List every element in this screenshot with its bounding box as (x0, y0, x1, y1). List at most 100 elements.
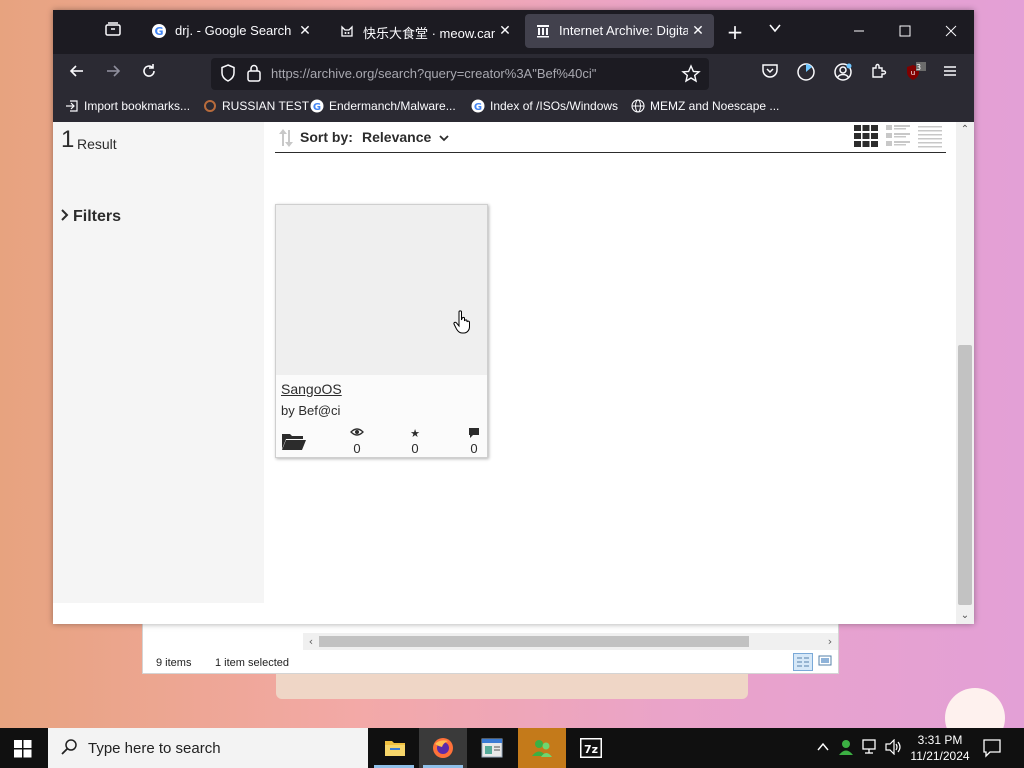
show-hidden-icons-chevron-up-icon[interactable] (816, 740, 830, 759)
search-ring-icon (203, 99, 217, 113)
vertical-scrollbar[interactable]: ⌃ ⌄ (956, 122, 974, 624)
account-icon[interactable] (831, 62, 855, 86)
network-icon[interactable] (862, 739, 880, 760)
item-thumbnail[interactable] (276, 205, 487, 375)
bookmark-import[interactable]: Import bookmarks... (65, 99, 190, 117)
bookmark-isos-windows[interactable]: G Index of /ISOs/Windows (471, 99, 618, 117)
firefox-taskbar-button[interactable] (419, 728, 467, 768)
view-count: 0 (345, 427, 369, 456)
svg-text:G: G (154, 25, 163, 38)
globe-icon (631, 99, 645, 113)
scroll-up-icon[interactable]: ⌃ (956, 122, 974, 138)
sort-value: Relevance (362, 129, 432, 145)
scroll-thumb[interactable] (319, 636, 749, 647)
item-creator: by Bef@ci (281, 403, 341, 418)
user-tray-icon[interactable] (837, 738, 855, 761)
maximize-icon[interactable] (893, 20, 917, 44)
tab-title: 快乐大食堂 · meow.came (363, 26, 495, 41)
scroll-thumb[interactable] (958, 345, 972, 605)
7zip-taskbar-button[interactable]: 7z (567, 728, 615, 768)
scroll-right-icon[interactable]: › (822, 633, 838, 650)
scroll-down-icon[interactable]: ⌄ (956, 608, 974, 624)
list-detail-view-icon[interactable] (885, 124, 911, 152)
volume-icon[interactable] (885, 738, 903, 760)
sort-direction-icon[interactable] (279, 128, 293, 152)
compact-list-view-icon[interactable] (917, 124, 943, 152)
pocket-icon[interactable] (758, 62, 782, 86)
eye-icon (345, 427, 369, 441)
ublock-origin-icon[interactable]: u 3 (903, 62, 927, 86)
star-icon: ★ (410, 428, 420, 440)
svg-text:7z: 7z (584, 743, 598, 756)
search-icon (60, 738, 78, 760)
close-tab-icon[interactable]: ✕ (688, 20, 708, 40)
clock-time: 3:31 PM (917, 733, 963, 747)
scroll-left-icon[interactable]: ‹ (303, 633, 319, 650)
large-icons-view-button[interactable] (816, 653, 836, 671)
users-icon (530, 736, 554, 764)
item-title-link[interactable]: SangoOS (281, 381, 342, 397)
tab-meow[interactable]: 快乐大食堂 · meow.came ✕ (329, 14, 521, 48)
address-bar[interactable]: https://archive.org/search?query=creator… (211, 58, 709, 90)
minimize-icon[interactable] (847, 20, 871, 44)
import-icon (65, 99, 79, 113)
tab-google-search[interactable]: G drj. - Google Search ✕ (141, 14, 321, 48)
chat-app-taskbar-button[interactable] (518, 728, 566, 768)
tracking-protection-icon[interactable] (217, 62, 239, 88)
windows-start-icon[interactable] (14, 740, 32, 762)
favorites-value: 0 (411, 441, 419, 456)
close-tab-icon[interactable]: ✕ (495, 20, 515, 40)
timer-extension-icon[interactable] (794, 62, 818, 86)
views-value: 0 (353, 441, 361, 456)
sort-dropdown[interactable]: Relevance (362, 129, 449, 145)
favorite-count: ★ 0 (403, 427, 427, 456)
bookmarks-toolbar: Import bookmarks... RUSSIAN TEST G Enderm… (53, 94, 974, 122)
tab-internet-archive[interactable]: Internet Archive: Digital L ✕ (525, 14, 714, 48)
close-window-icon[interactable] (939, 20, 963, 44)
result-tile[interactable]: SangoOS by Bef@ci 0 ★ 0 0 (275, 204, 488, 458)
svg-text:G: G (474, 102, 482, 113)
bookmark-memz[interactable]: MEMZ and Noescape ... (631, 99, 779, 117)
background-window-edge (276, 674, 748, 699)
firefox-view-icon[interactable] (101, 20, 125, 44)
details-view-button[interactable] (793, 653, 813, 671)
taskbar-clock[interactable]: 3:31 PM 11/21/2024 (905, 732, 975, 764)
url-text[interactable]: https://archive.org/search?query=creator… (271, 66, 596, 81)
sort-label: Sort by: (300, 129, 353, 145)
file-explorer-taskbar-button[interactable] (370, 728, 418, 768)
bookmark-label: MEMZ and Noescape ... (650, 99, 780, 113)
result-count: 1 (61, 126, 75, 153)
list-all-tabs-icon[interactable] (763, 20, 787, 44)
taskbar-search-box[interactable]: Type here to search (48, 728, 368, 768)
cat-icon (339, 23, 355, 39)
lock-icon[interactable] (245, 63, 263, 87)
google-icon: G (310, 99, 324, 113)
hamburger-menu-icon[interactable] (938, 62, 962, 86)
explorer-status-bar: 9 items 1 item selected (143, 653, 838, 675)
bookmark-endermanch[interactable]: G Endermanch/Malware... (310, 99, 456, 117)
filters-toggle[interactable]: Filters (61, 208, 121, 226)
tab-bar: G drj. - Google Search ✕ 快乐大食堂 · meow.ca… (53, 10, 974, 54)
back-icon[interactable] (65, 62, 89, 86)
new-tab-icon[interactable]: + (723, 20, 747, 44)
svg-text:G: G (313, 102, 321, 113)
forward-icon[interactable] (101, 62, 125, 86)
hand-cursor-icon (453, 310, 471, 338)
control-panel-taskbar-button[interactable] (468, 728, 516, 768)
reload-icon[interactable] (137, 62, 161, 86)
horizontal-scrollbar[interactable]: ‹ › (303, 633, 838, 650)
bookmark-russian-test[interactable]: RUSSIAN TEST (203, 99, 309, 117)
chevron-right-icon (61, 208, 69, 226)
search-placeholder: Type here to search (88, 740, 221, 757)
taskbar: Type here to search 7z 3:31 PM 11/21/202… (0, 728, 1024, 768)
close-tab-icon[interactable]: ✕ (295, 20, 315, 40)
extensions-icon[interactable] (867, 62, 891, 86)
notification-center-icon[interactable] (982, 738, 1002, 762)
bookmark-label: Index of /ISOs/Windows (490, 99, 619, 113)
bookmark-star-icon[interactable] (681, 64, 701, 88)
bookmark-label: Endermanch/Malware... (329, 99, 456, 113)
browser-window: G drj. - Google Search ✕ 快乐大食堂 · meow.ca… (53, 10, 974, 624)
result-label: Result (77, 136, 117, 152)
svg-text:u: u (911, 69, 915, 77)
tile-view-icon[interactable] (853, 124, 879, 152)
